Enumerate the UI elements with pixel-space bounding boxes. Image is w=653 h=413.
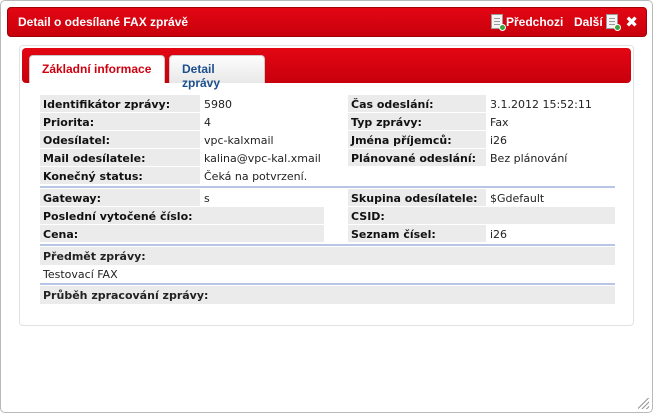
section-divider-2 — [40, 244, 615, 246]
row-message-type: Typ zprávy: Fax — [348, 113, 615, 131]
row-sender-group: Skupina odesílatele: $Gdefault — [348, 189, 615, 207]
sender-mail-label: Mail odesílatele: — [40, 149, 200, 167]
subject-value: Testovací FAX — [43, 268, 118, 281]
message-type-value: Fax — [486, 113, 615, 131]
section-divider-3 — [40, 283, 615, 285]
previous-button[interactable]: Předchozi — [488, 14, 564, 31]
sender-value: vpc-kalxmail — [200, 131, 348, 149]
gateway-value: s — [200, 189, 348, 207]
row-final-status: Konečný status: Čeká na potvrzení. — [40, 167, 348, 185]
row-last-dialed: Poslední vytočené číslo: — [40, 207, 324, 225]
next-button[interactable]: Další — [574, 14, 621, 31]
previous-document-icon — [491, 14, 506, 31]
tab-basic-info[interactable]: Základní informace — [29, 55, 165, 83]
sender-label: Odesílatel: — [40, 131, 200, 149]
price-label: Cena: — [40, 225, 200, 243]
priority-label: Priorita: — [40, 113, 200, 131]
row-gateway: Gateway: s — [40, 189, 348, 207]
price-value — [200, 225, 324, 243]
sender-group-label: Skupina odesílatele: — [348, 189, 486, 207]
tab-message-detail[interactable]: Detail zprávy — [169, 55, 265, 90]
recipient-names-label: Jména příjemců: — [348, 131, 486, 149]
row-number-list: Seznam čísel: i26 — [348, 225, 615, 243]
dialog-titlebar[interactable]: Detail o odesílané FAX zprávě Předchozi … — [7, 7, 647, 37]
row-price: Cena: — [40, 225, 324, 243]
dialog-title: Detail o odesílané FAX zprávě — [18, 15, 189, 29]
scheduled-send-value: Bez plánování — [486, 149, 615, 167]
row-priority: Priorita: 4 — [40, 113, 348, 131]
next-label: Další — [574, 14, 603, 29]
tab-bar: Základní informace Detail zprávy — [22, 48, 631, 90]
previous-label: Předchozi — [506, 14, 564, 29]
next-document-icon — [605, 14, 621, 31]
row-message-id: Identifikátor zprávy: 5980 — [40, 95, 348, 113]
send-time-label: Čas odeslání: — [348, 95, 486, 113]
row-send-time: Čas odeslání: 3.1.2012 15:52:11 — [348, 95, 615, 113]
subject-label: Předmět zprávy: — [40, 247, 615, 265]
row-sender-mail: Mail odesílatele: kalina@vpc-kal.xmail — [40, 149, 348, 167]
tab-panel: Základní informace Detail zprávy Identif… — [19, 45, 634, 326]
priority-value: 4 — [200, 113, 348, 131]
csid-value — [486, 207, 615, 225]
number-list-value: i26 — [486, 225, 615, 243]
progress-label: Průběh zpracování zprávy: — [40, 286, 615, 304]
send-time-value: 3.1.2012 15:52:11 — [486, 95, 615, 113]
row-recipient-names: Jména příjemců: i26 — [348, 131, 615, 149]
message-id-value: 5980 — [200, 95, 348, 113]
recipient-names-value: i26 — [486, 131, 615, 149]
close-icon[interactable]: ✖ — [625, 13, 638, 31]
gateway-label: Gateway: — [40, 189, 200, 207]
fax-detail-dialog: Detail o odesílané FAX zprávě Předchozi … — [0, 0, 653, 413]
final-status-value: Čeká na potvrzení. — [200, 167, 348, 185]
message-type-label: Typ zprávy: — [348, 113, 486, 131]
final-status-label: Konečný status: — [40, 167, 200, 185]
row-scheduled-send: Plánované odeslání: Bez plánování — [348, 149, 615, 167]
resize-grip-icon[interactable] — [638, 398, 649, 409]
csid-label: CSID: — [348, 207, 486, 225]
row-sender: Odesílatel: vpc-kalxmail — [40, 131, 348, 149]
row-csid: CSID: — [348, 207, 615, 225]
last-dialed-value — [200, 207, 324, 225]
sender-mail-value: kalina@vpc-kal.xmail — [200, 149, 348, 167]
scheduled-send-label: Plánované odeslání: — [348, 149, 486, 167]
number-list-label: Seznam čísel: — [348, 225, 486, 243]
last-dialed-label: Poslední vytočené číslo: — [40, 207, 200, 225]
section-divider — [40, 186, 615, 188]
sender-group-value: $Gdefault — [486, 189, 615, 207]
message-id-label: Identifikátor zprávy: — [40, 95, 200, 113]
